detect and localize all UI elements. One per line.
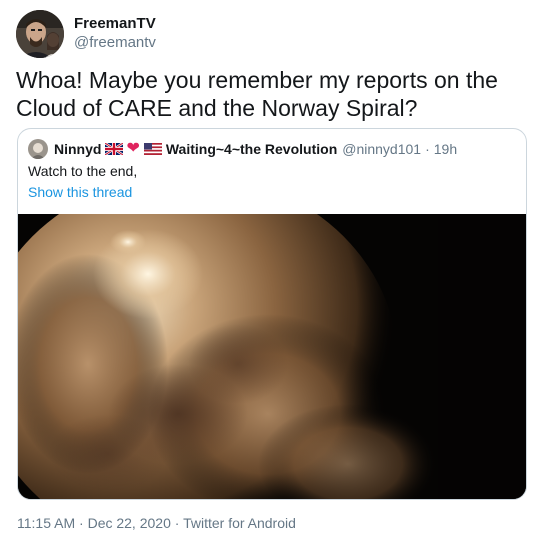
quoted-avatar-icon bbox=[28, 139, 48, 159]
show-thread-link[interactable]: Show this thread bbox=[28, 183, 132, 201]
quoted-avatar bbox=[28, 139, 48, 159]
us-flag-icon bbox=[143, 143, 162, 155]
quoted-tweet[interactable]: Ninnyd ❤ Waiting~4~the Revolution @ninny… bbox=[17, 128, 527, 500]
quoted-tweet-header: Ninnyd ❤ Waiting~4~the Revolution @ninny… bbox=[28, 139, 457, 159]
red-heart-icon: ❤ bbox=[126, 140, 140, 157]
tweet-source[interactable]: Twitter for Android bbox=[183, 515, 296, 531]
avatar-icon bbox=[16, 10, 64, 58]
tweet-meta: 11:15 AM · Dec 22, 2020 · Twitter for An… bbox=[17, 514, 296, 532]
tweet-date[interactable]: Dec 22, 2020 bbox=[88, 515, 171, 531]
quoted-video[interactable] bbox=[18, 214, 526, 499]
author-names: FreemanTV @freemantv bbox=[74, 14, 156, 52]
author-avatar[interactable] bbox=[16, 10, 64, 58]
meta-separator: · bbox=[79, 515, 84, 531]
quoted-time[interactable]: 19h bbox=[434, 141, 457, 157]
author-handle[interactable]: @freemantv bbox=[74, 33, 156, 52]
quoted-separator: · bbox=[425, 141, 430, 157]
quoted-name[interactable]: Ninnyd bbox=[54, 141, 101, 157]
tweet-header: FreemanTV @freemantv bbox=[16, 10, 524, 58]
quoted-text: Watch to the end, bbox=[28, 163, 138, 179]
meta-separator: · bbox=[174, 515, 180, 531]
author-display-name[interactable]: FreemanTV bbox=[74, 14, 156, 33]
quoted-handle[interactable]: @ninnyd101 bbox=[342, 141, 421, 157]
glowing-cloud-image bbox=[18, 214, 526, 499]
tweet-time[interactable]: 11:15 AM bbox=[17, 515, 75, 531]
tweet-text: Whoa! Maybe you remember my reports on t… bbox=[16, 67, 498, 121]
uk-flag-icon bbox=[105, 143, 124, 155]
quoted-name-suffix[interactable]: Waiting~4~the Revolution bbox=[166, 141, 337, 157]
